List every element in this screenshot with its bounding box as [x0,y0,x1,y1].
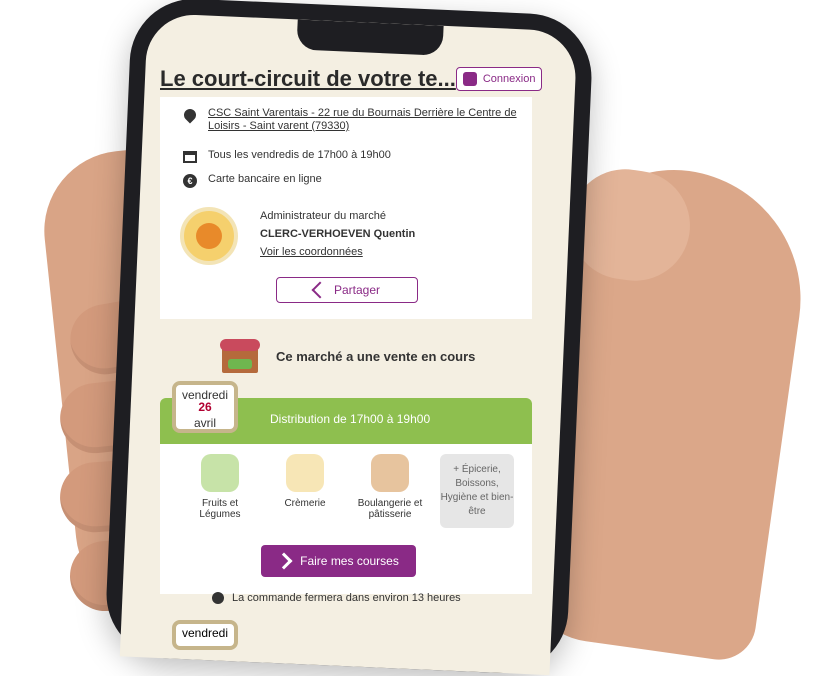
schedule-row: Tous les vendredis de 17h00 à 19h00 [182,149,391,165]
market-stall-icon [220,339,260,373]
phone-notch [296,19,444,56]
address-row: CSC Saint Varentais - 22 rue du Bournais… [181,106,528,133]
admin-name: CLERC-VERHOEVEN Quentin [260,228,416,240]
category-label: Boulangerie et pâtisserie [357,498,423,520]
category-label: Fruits et Légumes [199,498,241,520]
clock-icon [212,592,224,604]
share-label: Partager [333,283,381,297]
share-icon [311,281,329,299]
calendar-icon [182,149,198,165]
page-title[interactable]: Le court-circuit de votre te... [160,66,456,92]
login-label: Connexion [482,73,536,85]
closing-info: La commande fermera dans environ 13 heur… [212,592,461,604]
category-fruits[interactable]: Fruits et Légumes [180,454,260,520]
vegetables-icon [201,454,239,492]
category-label: Crèmerie [284,498,326,509]
market-logo [180,207,238,265]
admin-role: Administrateur du marché [260,210,386,222]
admin-contact-link[interactable]: Voir les coordonnées [260,243,415,261]
shop-button[interactable]: Faire mes courses [261,545,416,577]
distribution-text: Distribution de 17h00 à 19h00 [270,412,431,426]
chevron-right-icon [275,552,293,570]
bread-icon [371,454,409,492]
sale-status: Ce marché a une vente en cours [220,339,476,373]
location-pin-icon [181,106,199,124]
date-day: 26 [198,400,212,414]
date-badge: vendredi 26 avril [172,381,238,433]
address-link[interactable]: CSC Saint Varentais - 22 rue du Bournais… [208,107,528,133]
next-weekday: vendredi [181,626,229,640]
dairy-icon [286,454,324,492]
closing-text: La commande fermera dans environ 13 heur… [232,592,461,604]
share-button[interactable]: Partager [276,277,418,303]
login-button[interactable]: Connexion [455,67,543,91]
market-info-card: CSC Saint Varentais - 22 rue du Bournais… [160,97,532,319]
next-date-badge: vendredi [172,620,238,650]
more-categories[interactable]: + Épicerie, Boissons, Hygiène et bien-êt… [440,454,514,528]
date-month: avril [193,416,216,430]
category-boulangerie[interactable]: Boulangerie et pâtisserie [350,454,430,520]
payment-text: Carte bancaire en ligne [208,173,322,185]
sale-status-text: Ce marché a une vente en cours [276,348,476,364]
payment-row: € Carte bancaire en ligne [182,173,322,189]
shop-button-label: Faire mes courses [300,554,399,568]
category-cremerie[interactable]: Crèmerie [265,454,345,509]
app-content: Le court-circuit de votre te... Connexio… [152,55,543,650]
user-icon [462,72,477,86]
payment-icon: € [182,173,198,189]
schedule-text: Tous les vendredis de 17h00 à 19h00 [208,149,391,161]
admin-block: Administrateur du marché CLERC-VERHOEVEN… [260,207,415,261]
top-bar: Le court-circuit de votre te... Connexio… [160,63,543,95]
